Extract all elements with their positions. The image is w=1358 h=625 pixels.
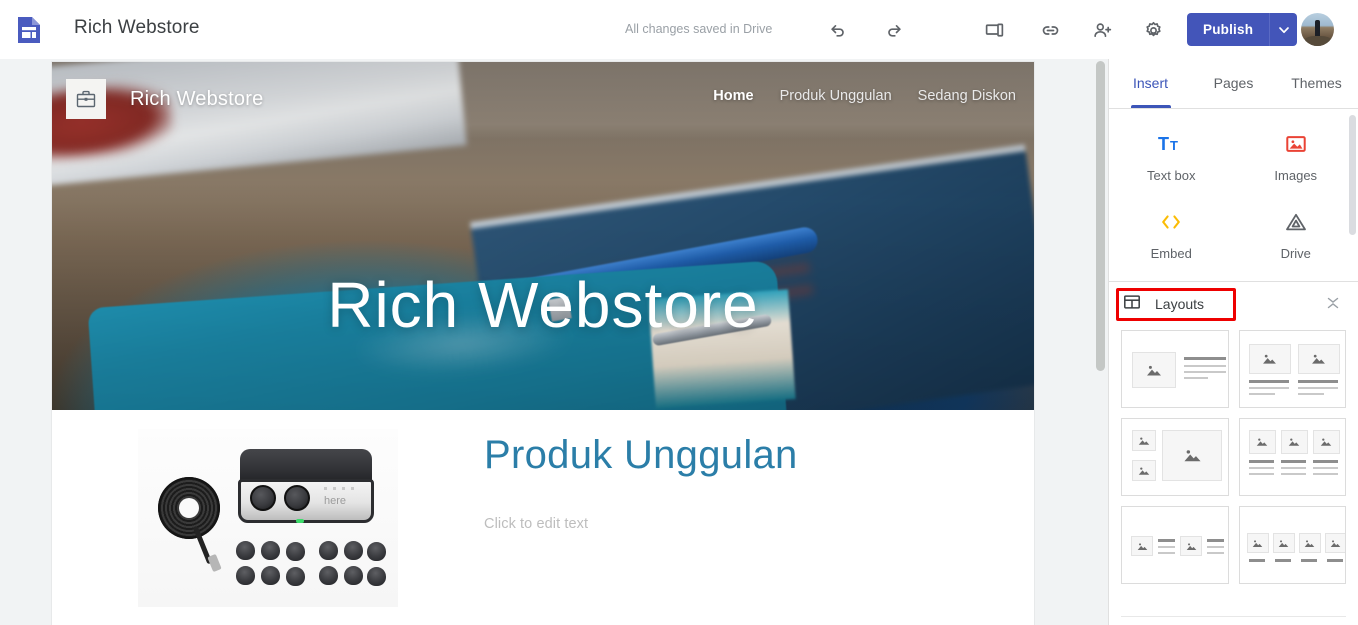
layout-two-small-images-one-large[interactable] bbox=[1121, 418, 1229, 496]
insert-images-label: Images bbox=[1274, 168, 1318, 183]
layout-two-image-text-pairs[interactable] bbox=[1121, 506, 1229, 584]
share-button[interactable] bbox=[1086, 14, 1118, 46]
layout-thumbnails-grid bbox=[1109, 326, 1358, 596]
svg-text:T: T bbox=[1158, 134, 1169, 154]
embed-code-icon bbox=[1159, 211, 1183, 238]
layouts-title[interactable]: Layouts bbox=[1155, 296, 1204, 312]
canvas-scrollbar-thumb[interactable] bbox=[1096, 61, 1105, 371]
earbud-case-lid bbox=[240, 448, 372, 483]
earbud-right bbox=[284, 484, 310, 511]
ear-tip bbox=[286, 566, 305, 586]
tab-pages[interactable]: Pages bbox=[1192, 59, 1275, 108]
ear-tip bbox=[236, 565, 255, 585]
avatar-figure bbox=[1315, 20, 1320, 36]
insert-images-button[interactable]: Images bbox=[1234, 127, 1358, 189]
undo-button[interactable] bbox=[822, 14, 854, 46]
site-navigation: Home Produk Unggulan Sedang Diskon bbox=[713, 88, 1016, 104]
hero-banner[interactable]: Rich Webstore Home Produk Unggulan Sedan… bbox=[52, 62, 1034, 410]
insert-embed-label: Embed bbox=[1150, 246, 1192, 261]
ear-tip bbox=[236, 540, 255, 560]
coiled-cable-center bbox=[179, 497, 199, 518]
publish-button[interactable]: Publish bbox=[1187, 13, 1270, 46]
document-title[interactable]: Rich Webstore bbox=[74, 17, 200, 39]
site-header: Rich Webstore Home Produk Unggulan Sedan… bbox=[52, 62, 1034, 136]
briefcase-icon[interactable] bbox=[66, 79, 106, 119]
svg-text:T: T bbox=[1170, 138, 1178, 153]
google-drive-icon bbox=[1284, 211, 1308, 238]
avatar-rock bbox=[1305, 36, 1331, 46]
earbud-case-led-dots bbox=[324, 486, 358, 490]
cable-plug bbox=[207, 553, 222, 572]
ear-tip bbox=[261, 565, 280, 585]
wireless-earbuds-product-photo: here bbox=[138, 428, 398, 607]
layout-four-images-row[interactable] bbox=[1238, 506, 1346, 584]
site-nav-item-sedang-diskon[interactable]: Sedang Diskon bbox=[918, 88, 1016, 104]
publish-button-group: Publish bbox=[1187, 13, 1298, 46]
save-status-text: All changes saved in Drive bbox=[625, 22, 773, 36]
avatar[interactable] bbox=[1301, 13, 1334, 46]
insert-text-box-button[interactable]: T T Text box bbox=[1109, 127, 1234, 189]
insert-drive-label: Drive bbox=[1280, 246, 1311, 261]
ear-tip bbox=[261, 540, 280, 560]
publish-dropdown-arrow[interactable] bbox=[1269, 13, 1298, 46]
insert-embed-button[interactable]: Embed bbox=[1109, 205, 1234, 267]
ear-tip bbox=[319, 540, 338, 560]
layout-three-images-with-captions[interactable] bbox=[1238, 418, 1346, 496]
site-name[interactable]: Rich Webstore bbox=[130, 88, 263, 111]
earbud-case-brand-text: here bbox=[324, 494, 347, 507]
layouts-grid-icon bbox=[1123, 293, 1141, 316]
product-text-cell[interactable]: Produk Unggulan Click to edit text bbox=[484, 410, 1034, 625]
google-sites-icon[interactable] bbox=[14, 15, 44, 45]
link-button[interactable] bbox=[1034, 14, 1066, 46]
layout-two-images-with-captions[interactable] bbox=[1238, 330, 1346, 408]
tab-themes[interactable]: Themes bbox=[1275, 59, 1358, 108]
site-page-canvas[interactable]: Rich Webstore Home Produk Unggulan Sedan… bbox=[52, 62, 1034, 625]
section-heading[interactable]: Produk Unggulan bbox=[484, 432, 1034, 478]
layouts-section-header[interactable]: Layouts bbox=[1109, 282, 1358, 326]
ear-tip bbox=[286, 541, 305, 561]
section-body-placeholder[interactable]: Click to edit text bbox=[484, 516, 1034, 532]
ear-tip bbox=[344, 565, 363, 585]
product-image-cell[interactable]: here bbox=[52, 410, 484, 625]
earbud-case-status-led bbox=[296, 518, 304, 523]
ear-tip bbox=[344, 540, 363, 560]
tab-insert[interactable]: Insert bbox=[1109, 59, 1192, 108]
preview-button[interactable] bbox=[978, 14, 1010, 46]
panel-tab-bar: Insert Pages Themes bbox=[1109, 59, 1358, 109]
site-nav-item-produk-unggulan[interactable]: Produk Unggulan bbox=[780, 88, 892, 104]
app-toolbar: Rich Webstore All changes saved in Drive bbox=[0, 0, 1358, 59]
ear-tip bbox=[367, 541, 386, 561]
content-section[interactable]: here Produk Unggulan Click to edit text bbox=[52, 410, 1034, 625]
panel-divider bbox=[1121, 616, 1346, 617]
ear-tip bbox=[319, 565, 338, 585]
panel-scrollbar-thumb[interactable] bbox=[1349, 115, 1356, 235]
ear-tips-grid bbox=[236, 540, 386, 601]
insert-drive-button[interactable]: Drive bbox=[1234, 205, 1358, 267]
hero-title[interactable]: Rich Webstore bbox=[52, 268, 1034, 342]
settings-button[interactable] bbox=[1137, 14, 1169, 46]
redo-button[interactable] bbox=[878, 14, 910, 46]
earbud-left bbox=[250, 484, 276, 511]
insert-items-grid: T T Text box Images Embed Drive bbox=[1109, 109, 1358, 282]
insert-side-panel: Insert Pages Themes T T Text box Images bbox=[1108, 59, 1358, 625]
text-box-icon: T T bbox=[1158, 133, 1184, 160]
insert-text-box-label: Text box bbox=[1147, 168, 1196, 183]
layout-image-left-text-right[interactable] bbox=[1121, 330, 1229, 408]
ear-tip bbox=[367, 566, 386, 586]
site-nav-item-home[interactable]: Home bbox=[713, 88, 753, 104]
image-icon bbox=[1285, 133, 1307, 160]
collapse-chevrons-icon[interactable] bbox=[1324, 294, 1342, 312]
